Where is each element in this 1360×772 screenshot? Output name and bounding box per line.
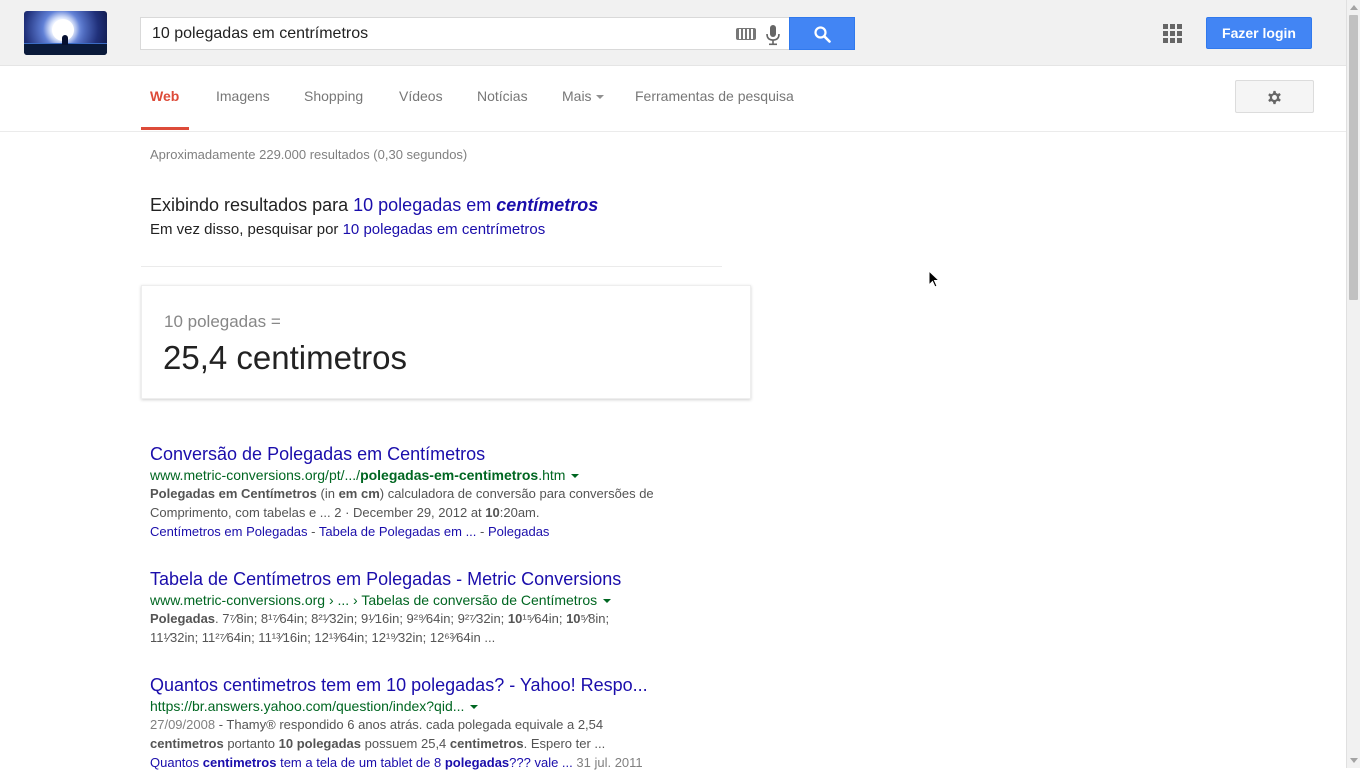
search-icon	[814, 26, 831, 43]
result-title-link[interactable]: Tabela de Centímetros em Polegadas - Met…	[150, 568, 730, 590]
sitelink[interactable]: Polegadas	[488, 524, 549, 539]
result-stats: Aproximadamente 229.000 resultados (0,30…	[150, 147, 468, 162]
sitelink[interactable]: Tabela de Polegadas em ...	[319, 524, 477, 539]
figure-shape	[62, 35, 68, 45]
result-url-suffix: .htm	[538, 467, 566, 483]
apps-grid-icon[interactable]	[1163, 24, 1182, 43]
vertical-scrollbar[interactable]	[1346, 0, 1360, 768]
snippet-text: . 7⁷⁄8in; 8¹⁷⁄64in; 8²¹⁄32in; 9¹⁄16in; 9…	[215, 611, 508, 626]
search-input[interactable]	[152, 24, 722, 44]
divider	[141, 266, 722, 267]
tab-more-label: Mais	[562, 88, 592, 104]
search-box	[140, 17, 790, 50]
top-bar: Fazer login	[0, 0, 1346, 66]
snippet-bold: centimetros	[449, 736, 524, 751]
scroll-up-arrow-icon[interactable]	[1350, 5, 1358, 10]
mouse-cursor-icon	[928, 270, 940, 288]
unit-conversion-card: 10 polegadas = 25,4 centimetros	[141, 285, 751, 399]
snippet-text: 11¹⁄32in; 11²⁷⁄64in; 11¹³⁄16in; 12¹³⁄64i…	[150, 630, 496, 645]
result-title-link[interactable]: Conversão de Polegadas em Centímetros	[150, 443, 730, 465]
showing-results-line: Exibindo resultados para 10 polegadas em…	[150, 195, 598, 216]
sign-in-button[interactable]: Fazer login	[1206, 17, 1312, 49]
tab-news[interactable]: Notícias	[477, 88, 528, 104]
chevron-down-icon[interactable]	[603, 599, 612, 604]
scrollbar-thumb[interactable]	[1349, 15, 1358, 300]
chevron-down-icon[interactable]	[470, 705, 479, 710]
snippet-bold: em cm	[338, 486, 380, 501]
sitelinks: Centímetros em Polegadas - Tabela de Pol…	[150, 524, 550, 539]
chevron-down-icon	[595, 95, 604, 100]
spelling-correction: Exibindo resultados para 10 polegadas em…	[150, 195, 598, 238]
original-query-link[interactable]: 10 polegadas em centrímetros	[343, 221, 546, 238]
search-button[interactable]	[789, 17, 855, 50]
chevron-down-icon[interactable]	[571, 474, 580, 479]
gear-icon	[1268, 90, 1281, 105]
snippet-bold: 10	[485, 505, 500, 520]
result-date: 27/09/2008	[150, 717, 216, 732]
scroll-down-arrow-icon[interactable]	[1350, 758, 1358, 763]
instead-prefix: Em vez disso, pesquisar por	[150, 221, 339, 238]
snippet-text: . Espero ter ...	[523, 736, 606, 751]
result-url-bold: polegadas-em-centimetros	[360, 467, 539, 483]
tab-search-tools[interactable]: Ferramentas de pesquisa	[635, 88, 794, 104]
tab-more[interactable]: Mais	[562, 88, 604, 104]
search-result: Conversão de Polegadas em Centímetros ww…	[150, 443, 730, 541]
result-url: https://br.answers.yahoo.com/question/in…	[150, 697, 730, 715]
showing-prefix: Exibindo resultados para	[150, 195, 349, 215]
conversion-input: 10 polegadas =	[164, 312, 281, 331]
keyboard-icon[interactable]	[736, 28, 756, 40]
snippet-bold: Polegadas em Centímetros	[150, 486, 317, 501]
snippet-bold: 10	[507, 611, 523, 626]
corrected-query-bold: centímetros	[496, 195, 599, 215]
settings-button[interactable]	[1235, 80, 1314, 113]
snippet-text: portanto	[223, 736, 279, 751]
result-snippet: 27/09/2008 - Thamy® respondido 6 anos at…	[150, 715, 730, 753]
snippet-bold: 10 polegadas	[278, 736, 362, 751]
corrected-query-plain: 10 polegadas em	[353, 195, 492, 215]
tab-images[interactable]: Imagens	[216, 88, 270, 104]
tab-videos[interactable]: Vídeos	[399, 88, 443, 104]
result-url: www.metric-conversions.org/pt/.../polega…	[150, 466, 730, 484]
result-url-plain: www.metric-conversions.org/pt/.../	[150, 467, 361, 483]
result-url-text: www.metric-conversions.org › ... › Tabel…	[150, 592, 598, 608]
search-instead-line: Em vez disso, pesquisar por 10 polegadas…	[150, 221, 598, 238]
snippet-text: ¹⁵⁄64in;	[522, 611, 567, 626]
tab-shopping[interactable]: Shopping	[304, 88, 363, 104]
corrected-query-link[interactable]: 10 polegadas em centímetros	[353, 195, 598, 215]
sitelink[interactable]: Centímetros em Polegadas	[150, 524, 308, 539]
result-url-text: https://br.answers.yahoo.com/question/in…	[150, 698, 465, 714]
result-snippet: Polegadas em Centímetros (in em cm) calc…	[150, 484, 730, 522]
search-result: Tabela de Centímetros em Polegadas - Met…	[150, 568, 730, 647]
snippet-text: ⁵⁄8in;	[580, 611, 610, 626]
result-snippet: Polegadas. 7⁷⁄8in; 8¹⁷⁄64in; 8²¹⁄32in; 9…	[150, 609, 730, 647]
active-tab-indicator	[141, 127, 189, 130]
result-title-link[interactable]: Quantos centimetros tem em 10 polegadas?…	[150, 674, 730, 696]
snippet-text: :20am.	[499, 505, 540, 520]
tab-web[interactable]: Web	[150, 88, 179, 104]
snippet-text: (in	[316, 486, 339, 501]
snippet-bold: Polegadas	[150, 611, 216, 626]
google-doodle-logo[interactable]	[24, 11, 107, 55]
snippet-text: - Thamy® respondido 6 anos atrás. cada p…	[215, 717, 604, 732]
sub-result: Quantos centimetros tem a tela de um tab…	[150, 753, 730, 772]
conversion-result: 25,4 centimetros	[163, 339, 407, 376]
search-tabs-bar: Web Imagens Shopping Vídeos Notícias Mai…	[0, 66, 1346, 132]
microphone-icon[interactable]	[765, 24, 781, 46]
result-url: www.metric-conversions.org › ... › Tabel…	[150, 591, 730, 609]
snippet-bold: centimetros	[150, 736, 224, 751]
search-result: Quantos centimetros tem em 10 polegadas?…	[150, 674, 730, 772]
snippet-bold: 10	[566, 611, 581, 626]
snippet-text: possuem 25,4	[361, 736, 450, 751]
